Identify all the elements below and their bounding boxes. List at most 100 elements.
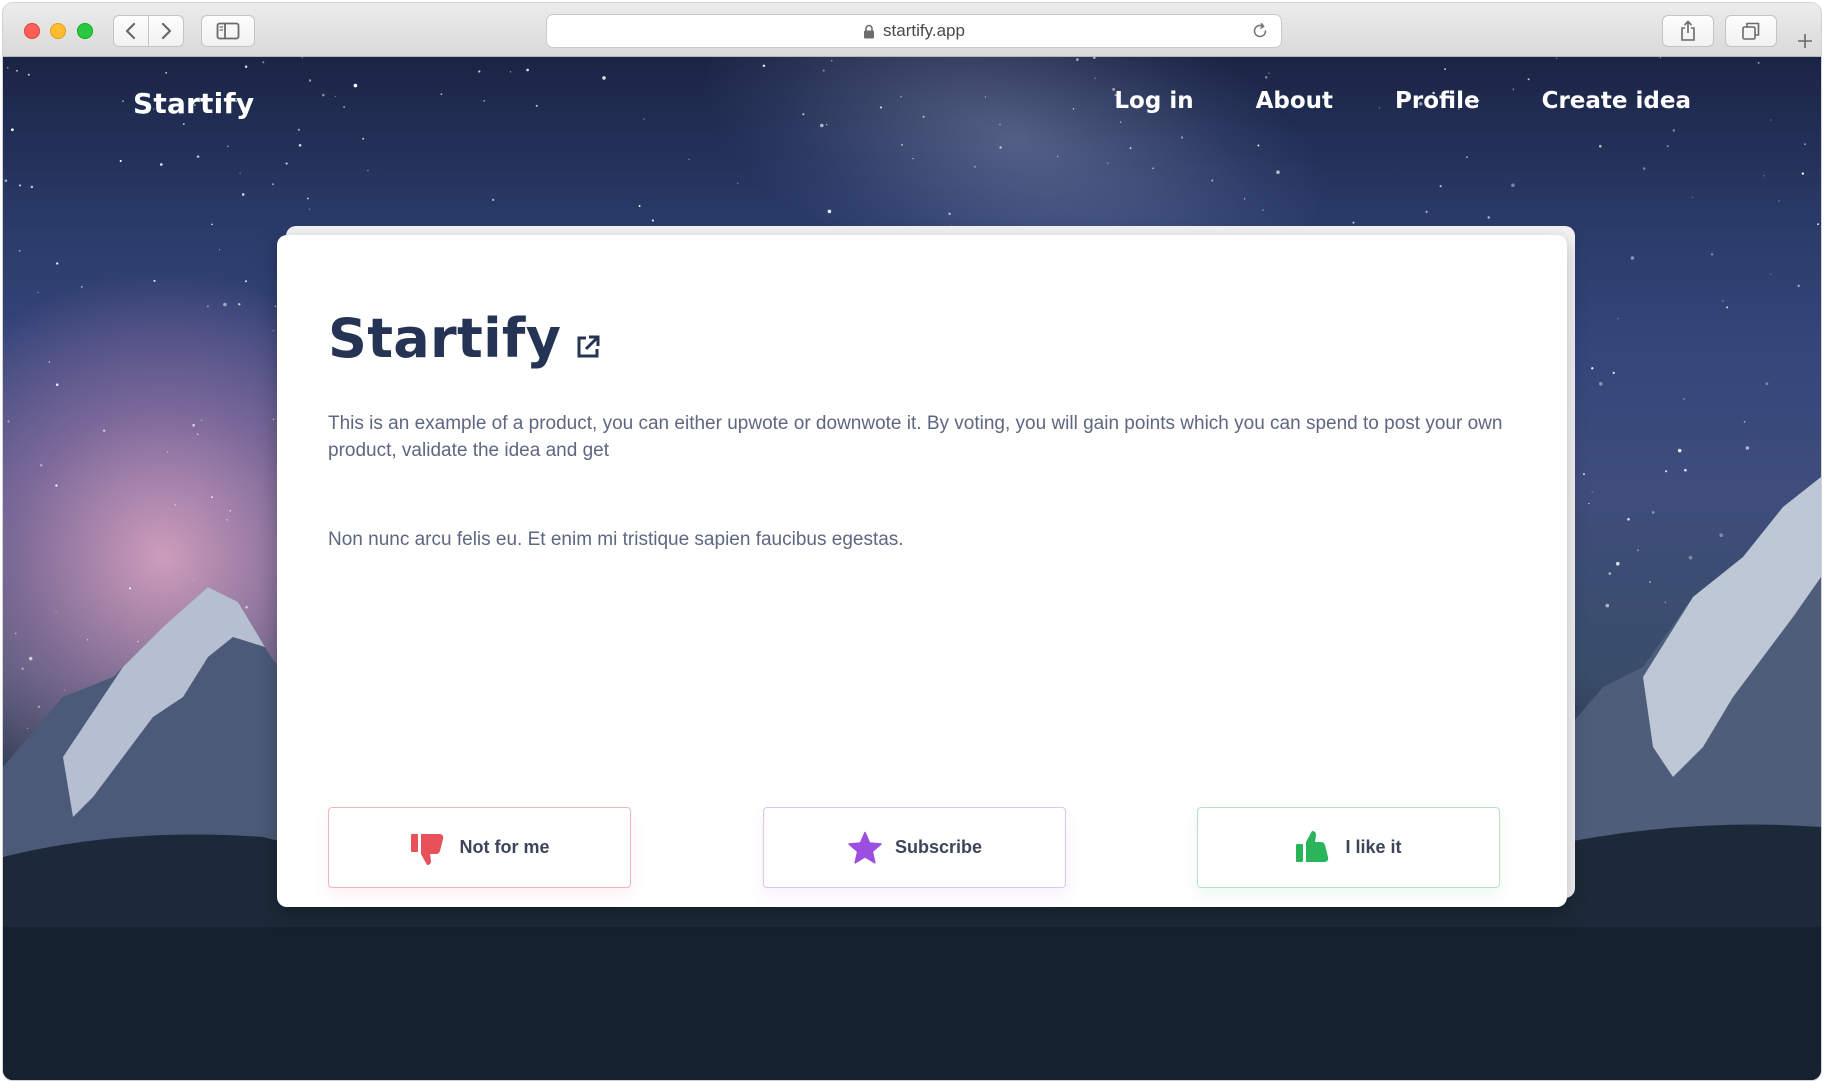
nav-log-in[interactable]: Log in — [1114, 88, 1193, 114]
star — [1743, 420, 1746, 423]
star — [28, 656, 33, 661]
web-page: Startify Log in About Profile Create ide… — [3, 57, 1821, 1080]
star — [4, 179, 8, 182]
star — [1770, 119, 1772, 121]
star — [1466, 156, 1468, 159]
star — [223, 302, 227, 307]
star — [239, 172, 241, 174]
star — [1726, 306, 1729, 309]
star — [11, 128, 14, 132]
star — [272, 330, 275, 332]
star — [285, 162, 288, 165]
star — [207, 305, 209, 308]
star — [1649, 581, 1651, 583]
star — [1527, 78, 1530, 81]
reload-icon[interactable] — [1251, 22, 1269, 40]
star — [1268, 72, 1270, 74]
sidebar-toggle-button[interactable] — [201, 15, 255, 47]
star — [900, 95, 903, 98]
address-bar[interactable]: startify.app — [546, 14, 1282, 48]
star — [211, 496, 213, 498]
star — [1257, 144, 1260, 147]
new-tab-button[interactable] — [1789, 25, 1821, 57]
star — [200, 419, 202, 421]
star — [1599, 382, 1603, 386]
browser-toolbar: startify.app — [3, 3, 1821, 57]
nav-profile[interactable]: Profile — [1395, 88, 1480, 114]
minimize-window-button[interactable] — [50, 23, 66, 39]
subscribe-label: Subscribe — [894, 837, 983, 857]
star — [1682, 398, 1685, 400]
share-icon — [1681, 20, 1695, 41]
star — [1425, 210, 1428, 213]
zoom-window-button[interactable] — [77, 23, 93, 39]
star — [1588, 502, 1590, 505]
star — [1243, 198, 1246, 200]
product-card: Startify This is an example of a product… — [277, 235, 1567, 907]
star — [297, 128, 301, 131]
browser-window: startify.app Startify Log in About Profi… — [3, 3, 1821, 1080]
star — [30, 185, 34, 189]
star — [602, 76, 606, 80]
star — [1093, 57, 1096, 59]
star — [27, 73, 30, 76]
back-button[interactable] — [113, 15, 149, 47]
star — [827, 209, 832, 214]
star — [1688, 555, 1693, 560]
star — [535, 104, 538, 108]
star — [1797, 284, 1800, 288]
star — [343, 106, 345, 108]
star — [643, 118, 645, 120]
star — [122, 100, 124, 103]
close-window-button[interactable] — [24, 23, 40, 39]
star — [737, 182, 739, 184]
product-title: Startify — [328, 307, 562, 370]
star — [1612, 371, 1615, 375]
star — [241, 193, 245, 196]
forward-button[interactable] — [148, 15, 184, 47]
star — [1722, 300, 1724, 302]
star-icon — [847, 831, 883, 865]
star — [196, 155, 200, 158]
star — [1106, 162, 1109, 165]
star — [137, 640, 139, 643]
nav-create-idea[interactable]: Create idea — [1542, 88, 1691, 114]
not-for-me-button[interactable]: Not for me — [328, 807, 631, 888]
star — [334, 95, 336, 98]
star — [55, 484, 58, 487]
star — [483, 100, 485, 102]
star — [1642, 167, 1646, 170]
star — [1627, 517, 1630, 521]
star — [440, 93, 443, 96]
show-tabs-button[interactable] — [1725, 15, 1777, 47]
star — [1692, 196, 1694, 198]
star — [226, 518, 228, 521]
star — [1583, 473, 1585, 476]
star — [226, 145, 229, 148]
star — [1770, 273, 1772, 275]
star — [492, 198, 495, 202]
star — [526, 68, 529, 72]
star — [1119, 121, 1122, 123]
star — [1211, 179, 1214, 182]
star — [1264, 76, 1268, 79]
star — [830, 59, 833, 62]
star — [244, 65, 248, 68]
subscribe-button[interactable]: Subscribe — [763, 807, 1066, 888]
star — [1262, 209, 1264, 211]
star — [1765, 382, 1769, 386]
star — [274, 305, 276, 307]
i-like-it-button[interactable]: I like it — [1197, 807, 1500, 888]
brand-logo[interactable]: Startify — [133, 87, 254, 120]
star — [192, 578, 195, 580]
share-button[interactable] — [1662, 15, 1714, 47]
star — [1665, 470, 1668, 473]
star — [1637, 549, 1640, 552]
lock-icon — [864, 24, 875, 38]
star — [651, 219, 655, 222]
i-like-it-label: I like it — [1345, 837, 1402, 857]
star — [1556, 57, 1558, 60]
star — [509, 71, 512, 73]
external-link-button[interactable] — [575, 334, 601, 360]
nav-about[interactable]: About — [1256, 88, 1333, 114]
